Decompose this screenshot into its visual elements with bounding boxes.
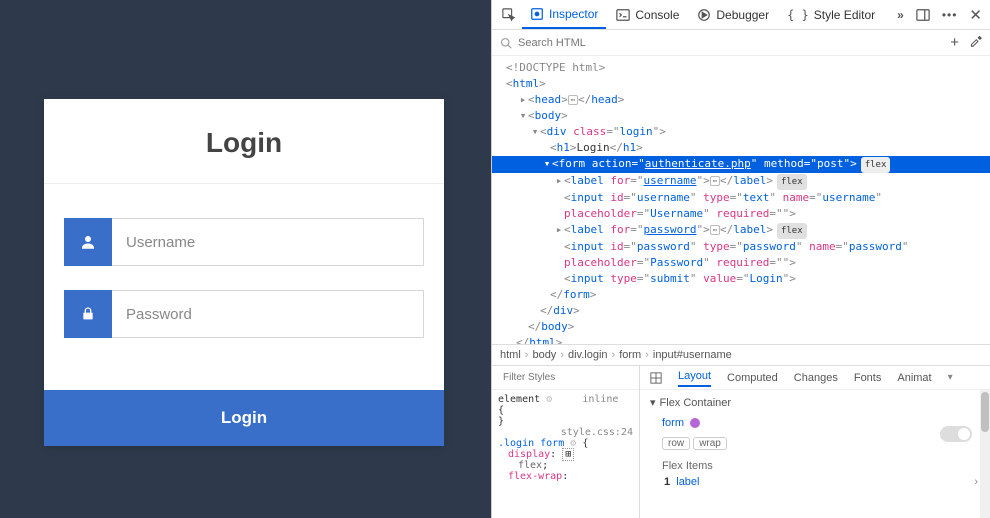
tab-fonts[interactable]: Fonts — [854, 372, 882, 384]
tree-row[interactable]: ▸<head>⋯</head> — [492, 92, 990, 108]
devtools-panel: Inspector Console Debugger { } Style Edi… — [491, 0, 990, 518]
html-search-bar: + — [492, 30, 990, 56]
tree-row[interactable]: <html> — [492, 76, 990, 92]
flex-item-link[interactable]: label — [676, 476, 699, 488]
login-form — [44, 184, 444, 390]
rules-pane: element ⚙ inline { } style.css:24 .login… — [492, 366, 640, 518]
tree-row[interactable]: <h1>Login</h1> — [492, 140, 990, 156]
add-node-icon[interactable]: + — [950, 34, 959, 51]
close-devtools-icon[interactable]: ✕ — [967, 4, 984, 26]
tree-row[interactable]: </body> — [492, 319, 990, 335]
eyedropper-icon[interactable] — [969, 34, 982, 51]
tree-row-selected[interactable]: ▾<form action="authenticate.php" method=… — [492, 156, 990, 173]
devtools-bottom: element ⚙ inline { } style.css:24 .login… — [492, 366, 990, 518]
element-picker-icon[interactable] — [498, 6, 520, 24]
password-field-row — [64, 290, 424, 338]
scrollbar[interactable] — [980, 390, 990, 518]
chevron-right-icon[interactable]: › — [974, 476, 978, 488]
layout-tabs: Layout Computed Changes Fonts Animat ▾ — [640, 366, 990, 390]
dom-tree[interactable]: <!DOCTYPE html> <html> ▸<head>⋯</head> ▾… — [492, 56, 990, 344]
search-icon — [500, 37, 512, 49]
flex-container-link[interactable]: form — [662, 417, 684, 429]
login-button[interactable]: Login — [44, 390, 444, 446]
devtools-tabbar: Inspector Console Debugger { } Style Edi… — [492, 0, 990, 30]
tab-inspector[interactable]: Inspector — [522, 1, 606, 29]
tree-row[interactable]: </form> — [492, 287, 990, 303]
tab-debugger[interactable]: Debugger — [689, 1, 777, 29]
username-field-row — [64, 218, 424, 266]
crumb-div[interactable]: div.login — [568, 349, 608, 361]
tab-layout[interactable]: Layout — [678, 370, 711, 387]
grid-inspector-icon[interactable] — [650, 372, 662, 384]
tab-style-editor[interactable]: { } Style Editor — [779, 1, 883, 29]
tree-row[interactable]: <input id="password" type="password" nam… — [492, 239, 990, 255]
tree-row[interactable]: ▸<label for="password">⋯</label>flex — [492, 222, 990, 239]
tree-row[interactable]: <input type="submit" value="Login"> — [492, 271, 990, 287]
layout-pane: Layout Computed Changes Fonts Animat ▾ ▾… — [640, 366, 990, 518]
tree-row[interactable]: ▸<label for="username">⋯</label>flex — [492, 173, 990, 190]
user-icon — [64, 218, 112, 266]
crumb-form[interactable]: form — [619, 349, 641, 361]
tab-animations[interactable]: Animat — [897, 372, 931, 384]
rules-filter-input[interactable] — [503, 372, 635, 383]
tree-row[interactable]: ▾<div class="login"> — [492, 124, 990, 140]
html-search-input[interactable] — [518, 37, 944, 49]
username-input[interactable] — [112, 218, 424, 266]
overflow-icon[interactable]: » — [895, 6, 906, 24]
crumb-html[interactable]: html — [500, 349, 521, 361]
rendered-page: Login Login — [0, 0, 491, 518]
tree-row[interactable]: </html> — [492, 335, 990, 344]
login-card: Login Login — [44, 99, 444, 446]
password-input[interactable] — [112, 290, 424, 338]
flex-chip-row: row — [662, 437, 690, 450]
tree-row[interactable]: placeholder="Username" required=""> — [492, 206, 990, 222]
crumb-body[interactable]: body — [532, 349, 556, 361]
login-heading: Login — [44, 99, 444, 184]
breadcrumb: html› body› div.login› form› input#usern… — [492, 344, 990, 366]
overlay-toggle[interactable] — [940, 426, 972, 442]
rules-body[interactable]: element ⚙ inline { } style.css:24 .login… — [492, 390, 639, 518]
tree-row[interactable]: <!DOCTYPE html> — [492, 60, 990, 76]
tab-console[interactable]: Console — [608, 1, 687, 29]
tab-computed[interactable]: Computed — [727, 372, 778, 384]
tree-row[interactable]: </div> — [492, 303, 990, 319]
lock-icon — [64, 290, 112, 338]
tree-row[interactable]: <input id="username" type="text" name="u… — [492, 190, 990, 206]
layout-body[interactable]: ▾Flex Container form row wrap Flex Items… — [640, 390, 990, 518]
dock-icon[interactable] — [914, 6, 932, 24]
meatball-icon[interactable]: ••• — [940, 6, 960, 24]
tab-changes[interactable]: Changes — [794, 372, 838, 384]
tree-row[interactable]: ▾<body> — [492, 108, 990, 124]
flex-chip-wrap: wrap — [693, 437, 727, 450]
flex-color-swatch[interactable] — [690, 418, 700, 428]
crumb-input[interactable]: input#username — [653, 349, 732, 361]
tree-row[interactable]: placeholder="Password" required=""> — [492, 255, 990, 271]
